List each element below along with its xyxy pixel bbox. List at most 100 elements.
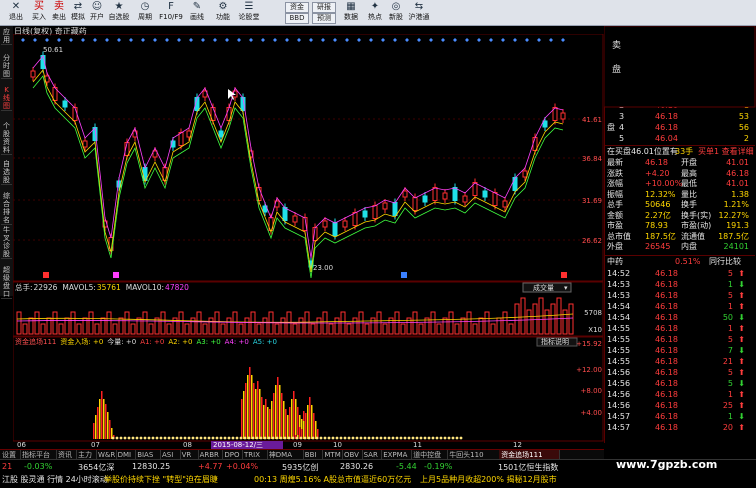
signal-marker	[165, 38, 169, 42]
indicator-bar	[267, 407, 269, 439]
indicator-dot	[459, 436, 463, 440]
signal-marker	[45, 38, 49, 42]
price-axis-label: 41.61	[582, 116, 602, 124]
left-tab[interactable]: K线图	[1, 86, 12, 111]
sector-name[interactable]: 中药	[607, 256, 623, 267]
kline-chart-area[interactable]: 41.61 36.84 31.69 26.62 50.61 23.00 总手:22926 MA…	[13, 34, 604, 449]
toolbar-ipo-button[interactable]: ◎ 新股	[385, 1, 407, 24]
tick-row: 14:56 46.18 1 ⬆	[605, 389, 755, 400]
toolbar-hot-button[interactable]: ✦ 热点	[364, 1, 386, 24]
toolbar-period-button[interactable]: ◷ 周期	[134, 1, 156, 24]
toolbar-draw-button[interactable]: ✎ 画线	[186, 1, 208, 24]
volume-bar	[448, 311, 454, 335]
market-index-item: 1501亿恒生指数	[498, 463, 559, 472]
indicator-a4: A4: +0	[225, 338, 249, 346]
indicator-dot	[387, 436, 391, 440]
toolbar-box-button[interactable]: BBD	[285, 13, 309, 24]
chevron-down-icon: ▾	[564, 284, 568, 292]
sell-level-row: 5 46.04 2	[605, 133, 755, 144]
indicator-bar	[109, 420, 111, 439]
toolbar-data-button[interactable]: ▦ 数据	[340, 1, 362, 24]
volume-bar	[508, 323, 514, 335]
news-ticker-item[interactable]: 上月5品种月收超200% 揭秘12月股市	[420, 474, 557, 485]
toolbar-label: 画线	[190, 13, 204, 21]
volume-bar	[460, 317, 466, 335]
indicator-dot	[303, 436, 307, 440]
tick-row: 14:57 46.18 1 ⬇	[605, 411, 755, 422]
signal-marker	[345, 38, 349, 42]
toolbar-buy-button[interactable]: 买买入	[28, 1, 50, 24]
signal-marker	[285, 38, 289, 42]
toolbar-forum-button[interactable]: ☰ 论股堂	[238, 1, 260, 24]
tick-volume: 1	[727, 390, 733, 399]
volume-bar	[58, 323, 64, 335]
volume-bar	[310, 323, 316, 335]
tick-volume: 5	[727, 269, 733, 278]
tick-row: 14:56 46.18 5 ⬆	[605, 367, 755, 378]
indicator-bar	[315, 421, 317, 439]
stat-row: 涨跌 +4.20 最高 46.18	[605, 168, 755, 179]
volume-selector-dropdown[interactable]: 成交量 ▾	[522, 282, 572, 293]
toolbar-account-button[interactable]: ☺ 开户	[86, 1, 108, 24]
indicator-dot	[291, 436, 295, 440]
toolbar-box-button[interactable]: 预测	[312, 13, 336, 24]
volume-bar	[346, 323, 352, 335]
view-detail-link[interactable]: 买单1 查看详细	[698, 146, 754, 157]
toolbar-function-button[interactable]: ⚙ 功能	[212, 1, 234, 24]
news-ticker-item[interactable]: 举股价持续下挫 "转型"迫在眉睫	[104, 474, 218, 485]
toolbar-label: 沪港通	[408, 13, 430, 21]
compare-link[interactable]: 同行比较	[709, 256, 741, 267]
market-index-item: 12830.25	[132, 462, 171, 471]
volume-bar	[364, 323, 370, 335]
left-tab[interactable]: 个股资料	[1, 122, 12, 155]
indicator-info: 资金追场111 资金入场: +0 今量: +0 A1: +0 A2: +0 A3: +0 A…	[15, 337, 277, 346]
toolbar-label: 周期	[138, 13, 152, 21]
left-tab[interactable]: 应用	[1, 28, 12, 45]
left-tab[interactable]: 牛叉诊股	[1, 226, 12, 259]
signal-marker	[273, 38, 277, 42]
left-tab[interactable]: 综合排名	[1, 192, 12, 225]
toolbar-box-button[interactable]: 研报	[312, 2, 336, 13]
indicator-axis-label: +8.00	[581, 387, 602, 395]
volume-bar	[334, 317, 340, 335]
indicator-dot	[315, 436, 319, 440]
signal-marker	[549, 38, 553, 42]
indicator-dot	[227, 436, 231, 440]
toolbar-exit-button[interactable]: ✕ 退出	[5, 1, 27, 24]
indicator-help-button[interactable]: 指标说明	[536, 337, 578, 347]
order-book-note: 在买盘46.01位置有 33手 买单1 查看详细	[605, 145, 755, 157]
signal-marker	[177, 38, 181, 42]
toolbar-f10-button[interactable]: F F10/F9	[158, 1, 184, 24]
news-ticker-item[interactable]: 00:13 周煌5.16% A股总市值逼近60万亿元	[254, 474, 411, 485]
indicator-dot	[455, 436, 459, 440]
indicator-bar	[309, 397, 311, 439]
indicator-bar	[285, 423, 287, 439]
indicator-dot	[231, 436, 235, 440]
stat-label: 量比	[681, 189, 697, 199]
indicator-dot	[259, 436, 263, 440]
event-marker[interactable]	[401, 272, 407, 278]
event-marker[interactable]	[43, 272, 49, 278]
volume-bar	[520, 297, 526, 335]
toolbar-hk-connect-button[interactable]: ⇆ 沪港通	[408, 1, 430, 24]
event-marker[interactable]	[561, 272, 567, 278]
volume-bar	[16, 311, 22, 335]
indicator-bar	[105, 404, 107, 439]
toolbar-box-button[interactable]: 资金	[285, 2, 309, 13]
signal-marker	[429, 38, 433, 42]
left-tab[interactable]: 超级盘口	[1, 266, 12, 299]
left-tab[interactable]: 自选股	[1, 160, 12, 185]
left-tab[interactable]: 分时图	[1, 54, 12, 79]
tick-row: 14:56 46.18 5 ⬇	[605, 378, 755, 389]
volume-bar	[112, 323, 118, 335]
volume-bar	[154, 317, 160, 335]
candle	[512, 177, 518, 191]
volume-bar	[262, 317, 268, 335]
buy-icon: 买	[34, 1, 44, 12]
tick-direction-icon: ⬆	[738, 423, 745, 432]
indicator-bar	[261, 415, 263, 439]
indicator-dot	[423, 436, 427, 440]
event-marker[interactable]	[113, 272, 119, 278]
volume-bar	[544, 309, 550, 335]
toolbar-favorites-button[interactable]: ★ 自选股	[108, 1, 130, 24]
